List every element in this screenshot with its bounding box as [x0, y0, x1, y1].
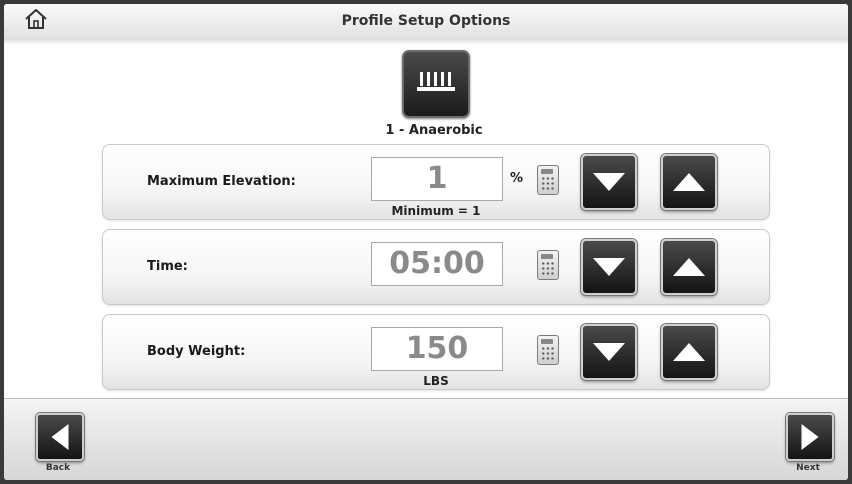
- body-weight-value[interactable]: 150: [371, 327, 503, 371]
- minimum-label: Minimum = 1: [391, 204, 481, 218]
- page-title: Profile Setup Options: [341, 13, 511, 29]
- next-label: Next: [796, 463, 820, 473]
- up-arrow-icon: [673, 258, 705, 276]
- weight-unit-label: LBS: [423, 374, 449, 388]
- increase-button[interactable]: [661, 239, 717, 295]
- max-elevation-value[interactable]: 1: [371, 157, 503, 201]
- increase-button[interactable]: [661, 324, 717, 380]
- calculator-icon[interactable]: [537, 250, 559, 280]
- title-bar: Profile Setup Options: [4, 4, 848, 39]
- profile-button[interactable]: [402, 50, 470, 118]
- app-window: Profile Setup Options 1 - Anaerobic Maxi…: [4, 4, 848, 480]
- increase-button[interactable]: [661, 154, 717, 210]
- back-label: Back: [45, 463, 71, 473]
- time-value[interactable]: 05:00: [371, 242, 503, 286]
- option-label: Maximum Elevation:: [147, 174, 296, 189]
- decrease-button[interactable]: [581, 324, 637, 380]
- right-arrow-icon: [801, 424, 819, 450]
- calculator-icon[interactable]: [537, 165, 559, 195]
- decrease-button[interactable]: [581, 239, 637, 295]
- footer-bar: Back Next: [4, 398, 848, 480]
- down-arrow-icon: [593, 343, 625, 361]
- bar-profile-icon: [416, 69, 456, 99]
- decrease-button[interactable]: [581, 154, 637, 210]
- option-label: Body Weight:: [147, 344, 246, 359]
- down-arrow-icon: [593, 258, 625, 276]
- option-card-max-elevation: Maximum Elevation: 1 % Minimum = 1: [102, 144, 770, 220]
- profile-name: 1 - Anaerobic: [385, 123, 483, 138]
- option-card-body-weight: Body Weight: 150 LBS: [102, 314, 770, 390]
- unit-label: %: [510, 171, 524, 186]
- up-arrow-icon: [673, 343, 705, 361]
- down-arrow-icon: [593, 173, 625, 191]
- up-arrow-icon: [673, 173, 705, 191]
- next-button[interactable]: [786, 413, 834, 461]
- option-label: Time:: [147, 259, 188, 274]
- left-arrow-icon: [51, 424, 69, 450]
- calculator-icon[interactable]: [537, 335, 559, 365]
- option-card-time: Time: 05:00: [102, 229, 770, 305]
- header-divider: [4, 38, 848, 45]
- back-button[interactable]: [36, 413, 84, 461]
